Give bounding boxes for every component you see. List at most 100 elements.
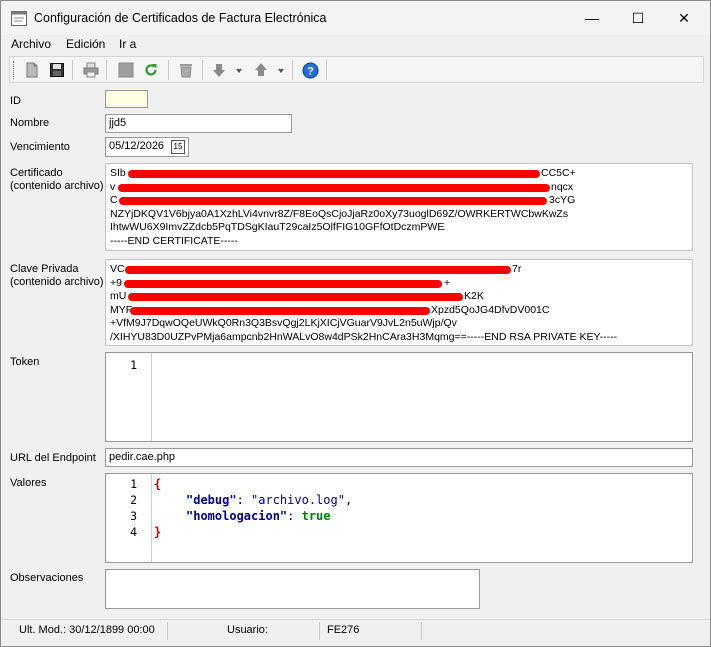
key-line: /XIHYU83D0UZPvPMja6ampcnb2HnWALvO8w4dPSk… [110,330,618,343]
line-number: 2 [130,493,137,507]
cert-line: NZYjDKQV1V6bjya0A1XzhLVi4vnvr8Z/F8EoQsCj… [110,207,569,220]
move-down-icon [213,64,225,77]
notes-field[interactable] [105,569,480,609]
close-button[interactable]: ✕ [662,1,706,35]
json-colon: : [287,509,302,523]
line-number: 4 [130,525,137,539]
key-line: K2K [464,290,484,302]
json-value: true [301,509,331,523]
menu-bar: Archivo Edición Ir a [1,35,710,55]
values-editor[interactable]: 1 2 3 4 { "debug": "archivo.log", "homol… [105,473,693,563]
stop-icon [118,62,134,78]
redaction-mark [128,170,540,178]
status-bar: Ult. Mod.: 30/12/1899 00:00 Usuario: FE2… [1,619,710,641]
move-up-icon [255,63,267,76]
toolbar-separator [292,60,293,80]
cert-line: 3cYG [549,194,576,206]
print-button[interactable] [80,60,102,80]
redaction-mark [124,279,442,288]
new-icon [26,62,38,78]
cert-line: IhtwWU6X9ImvZZdcb5PqTDSgKIauT29caIz5OlfF… [110,221,445,233]
line-number: 3 [130,509,137,523]
code-status: FE276 [327,624,360,636]
line-number: 1 [130,358,137,372]
svg-text:?: ? [307,65,314,77]
maximize-icon: ☐ [631,9,645,26]
window-title: Configuración de Certificados de Factura… [34,11,327,25]
toolbar-separator [72,60,73,80]
key-line: +9 [110,276,122,289]
chevron-down-icon[interactable] [236,69,242,73]
redaction-mark [130,306,430,315]
refresh-button[interactable] [140,60,162,80]
redaction-mark [125,266,511,274]
id-label: ID [10,95,21,107]
delete-button[interactable] [175,60,197,80]
key-line: Xpzd5QoJG4DfvDV001C [431,303,550,316]
toolbar-grip[interactable] [13,61,16,79]
json-brace: { [154,477,162,491]
expiry-label: Vencimiento [10,141,70,153]
toolbar-separator [168,60,169,80]
calendar-icon[interactable]: 15 [171,140,185,154]
main-window: Configuración de Certificados de Factura… [0,0,711,647]
help-icon: ? [302,62,318,78]
cert-line: nqcx [551,180,574,193]
delete-icon [180,64,192,78]
token-label: Token [10,356,40,368]
app-icon [11,11,27,26]
help-button[interactable]: ? [299,60,321,80]
toolbar-separator [326,60,327,80]
json-colon: : [236,493,252,507]
private-key-label: Clave Privada (contenido archivo) [10,263,104,288]
minimize-button[interactable]: — [570,1,614,35]
last-modified-status: Ult. Mod.: 30/12/1899 00:00 [19,624,155,636]
cert-line: CC5C+ [541,167,576,179]
status-separator [167,622,168,640]
chevron-down-icon[interactable] [278,69,284,73]
name-field[interactable]: jjd5 [105,114,292,133]
save-button[interactable] [46,60,68,80]
status-separator [319,622,320,640]
key-line: VC [110,263,125,275]
endpoint-label: URL del Endpoint [10,452,96,464]
notes-label: Observaciones [10,572,84,584]
json-comma: , [344,493,353,507]
menu-archivo[interactable]: Archivo [11,37,51,51]
line-number-gutter: 1 [106,353,152,441]
redaction-mark [128,293,463,301]
key-line: 7r [512,263,522,275]
status-separator [421,622,422,640]
json-value: "archivo.log" [251,493,345,507]
line-number-gutter: 1 2 3 4 [106,474,152,562]
key-line: MYF [110,303,133,316]
name-label: Nombre [10,117,50,129]
private-key-memo[interactable]: VC 7r +9 + mU K2K MYF Xpzd5QoJG4DfvDV001… [105,259,693,346]
json-brace: } [154,525,162,539]
menu-edicion[interactable]: Edición [66,37,105,51]
endpoint-field[interactable]: pedir.cae.php [105,448,693,467]
json-key: "debug" [186,493,237,507]
key-line: + [444,276,451,289]
certificate-memo[interactable]: SIb CC5C+ v nqcx C 3cYG NZYjDKQV1V6bjya0… [105,163,693,251]
maximize-button[interactable]: ☐ [616,1,660,35]
values-label: Valores [10,477,47,489]
move-up-button[interactable] [250,60,272,80]
cert-line: v [110,180,116,193]
save-icon [50,63,64,77]
print-icon [83,62,99,78]
new-button[interactable] [21,60,43,80]
cert-line: -----END CERTIFICATE----- [110,234,238,247]
title-bar: Configuración de Certificados de Factura… [1,1,710,35]
cert-line: C [110,194,118,206]
refresh-icon [145,64,157,76]
id-field[interactable] [105,90,148,108]
certificate-label: Certificado (contenido archivo) [10,167,104,192]
token-editor[interactable]: 1 [105,352,693,442]
move-down-button[interactable] [208,60,230,80]
menu-ir-a[interactable]: Ir a [119,37,136,51]
key-line: mU [110,290,127,302]
toolbar: ? [9,56,704,83]
redaction-mark [118,183,550,192]
stop-button[interactable] [115,60,137,80]
